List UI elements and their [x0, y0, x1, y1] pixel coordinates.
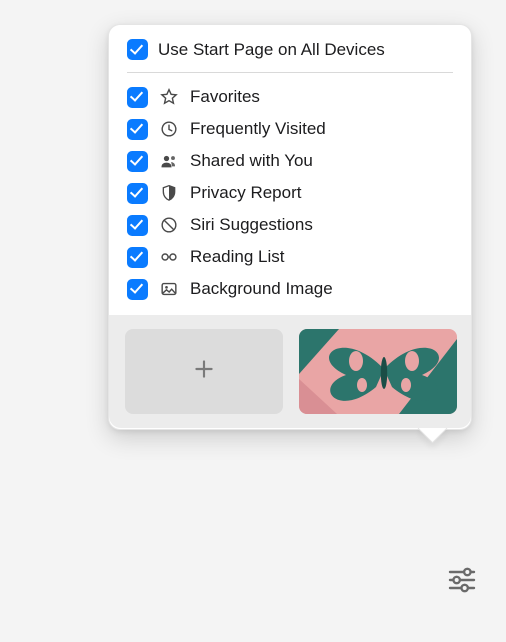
clock-icon	[158, 118, 180, 140]
sliders-icon	[446, 564, 478, 601]
option-frequently-visited[interactable]: Frequently Visited	[127, 113, 453, 145]
label-privacy-report: Privacy Report	[190, 183, 301, 203]
label-reading-list: Reading List	[190, 247, 285, 267]
shield-icon	[158, 182, 180, 204]
divider	[127, 72, 453, 73]
option-reading-list[interactable]: Reading List	[127, 241, 453, 273]
siri-icon	[158, 214, 180, 236]
label-favorites: Favorites	[190, 87, 260, 107]
checkbox-reading-list[interactable]	[127, 247, 148, 268]
add-background-button[interactable]	[125, 329, 283, 414]
checkbox-use-all-devices[interactable]	[127, 39, 148, 60]
start-page-settings-popover: Use Start Page on All Devices Favorites …	[108, 24, 472, 430]
checkbox-frequently-visited[interactable]	[127, 119, 148, 140]
option-shared-with-you[interactable]: Shared with You	[127, 145, 453, 177]
checkbox-shared-with-you[interactable]	[127, 151, 148, 172]
label-use-all-devices: Use Start Page on All Devices	[158, 40, 385, 60]
checkbox-siri-suggestions[interactable]	[127, 215, 148, 236]
star-outline-icon	[158, 86, 180, 108]
checkbox-background-image[interactable]	[127, 279, 148, 300]
background-thumbnails	[109, 315, 471, 428]
photo-icon	[158, 278, 180, 300]
customize-start-page-button[interactable]	[442, 562, 482, 602]
people-icon	[158, 150, 180, 172]
plus-icon	[191, 356, 217, 387]
label-background-image: Background Image	[190, 279, 333, 299]
label-frequently-visited: Frequently Visited	[190, 119, 326, 139]
option-favorites[interactable]: Favorites	[127, 81, 453, 113]
label-siri-suggestions: Siri Suggestions	[190, 215, 313, 235]
option-background-image[interactable]: Background Image	[127, 273, 453, 305]
checkbox-favorites[interactable]	[127, 87, 148, 108]
option-siri-suggestions[interactable]: Siri Suggestions	[127, 209, 453, 241]
option-privacy-report[interactable]: Privacy Report	[127, 177, 453, 209]
label-shared-with-you: Shared with You	[190, 151, 313, 171]
checkbox-privacy-report[interactable]	[127, 183, 148, 204]
background-preset-butterfly[interactable]	[299, 329, 457, 414]
option-use-all-devices[interactable]: Use Start Page on All Devices	[127, 39, 453, 66]
glasses-icon	[158, 246, 180, 268]
